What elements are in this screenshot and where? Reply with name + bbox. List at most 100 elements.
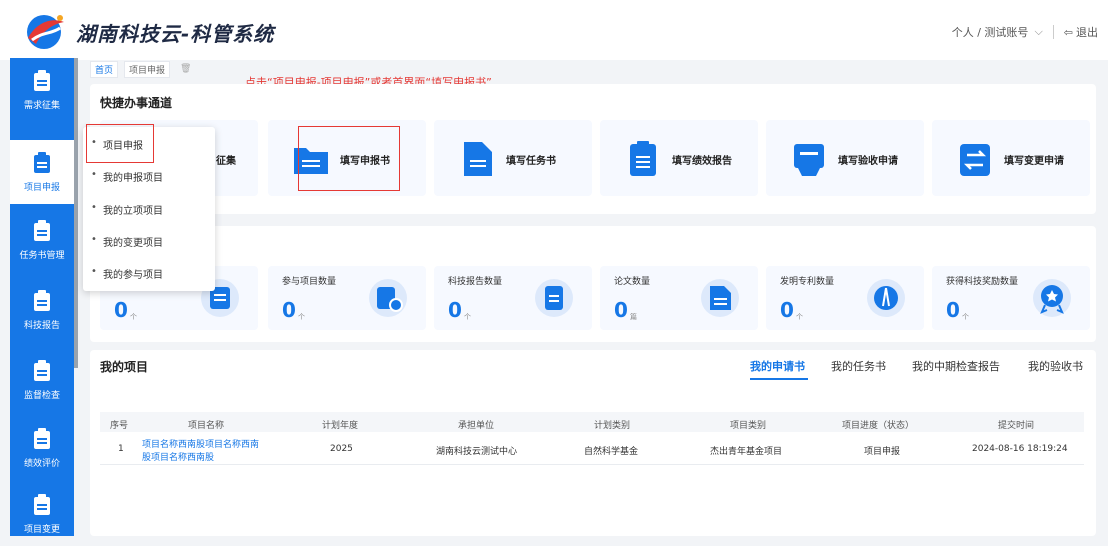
stat-label: 科技报告数量 bbox=[448, 277, 503, 287]
stat-card-papers: 论文数量 0 篇 bbox=[600, 266, 758, 330]
clipboard-icon bbox=[630, 141, 656, 176]
clipboard-icon bbox=[34, 219, 50, 241]
logout-button[interactable]: 退出 bbox=[1076, 24, 1098, 40]
undertaking-unit: 湖南科技云测试中心 bbox=[436, 447, 518, 457]
submit-time: 2024-08-16 18:19:24 bbox=[972, 444, 1068, 454]
highlight-box-dropdown bbox=[86, 124, 154, 163]
project-status: 项目申报 bbox=[864, 447, 901, 457]
stat-unit: 个 bbox=[130, 313, 137, 321]
column-header: 计划类别 bbox=[594, 421, 631, 431]
sidebar-item-task-book[interactable]: 任务书管理 bbox=[10, 208, 74, 272]
highlight-box-fill-application bbox=[298, 126, 400, 191]
clipboard-icon bbox=[34, 359, 50, 381]
sidebar-item-supervision[interactable]: 监督检查 bbox=[10, 348, 74, 412]
quick-card-label: 填写变更申请 bbox=[1004, 156, 1064, 167]
stat-label: 发明专利数量 bbox=[780, 277, 835, 287]
tab-my-acceptance[interactable]: 我的验收书 bbox=[1028, 358, 1083, 374]
quick-card-fill-task[interactable]: 填写任务书 bbox=[434, 120, 592, 196]
column-header: 计划年度 bbox=[322, 421, 359, 431]
stat-card-tech-report: 科技报告数量 0 个 bbox=[434, 266, 592, 330]
column-header: 项目名称 bbox=[188, 421, 225, 431]
plan-year: 2025 bbox=[330, 444, 353, 454]
stat-label: 参与项目数量 bbox=[282, 277, 337, 287]
project-name-link-cont[interactable]: 股项目名称西南股 bbox=[142, 450, 214, 463]
logo-icon bbox=[27, 15, 64, 49]
sidebar-item-performance[interactable]: 绩效评价 bbox=[10, 416, 74, 480]
clipboard-icon bbox=[34, 427, 50, 449]
sidebar-item-label: 任务书管理 bbox=[19, 250, 65, 261]
acceptance-icon bbox=[794, 144, 824, 176]
stat-value: 0 bbox=[114, 298, 128, 322]
sidebar-item-label: 绩效评价 bbox=[23, 458, 60, 469]
logout-icon[interactable]: ⇦ bbox=[1064, 26, 1073, 39]
stat-card-awards: 获得科技奖励数量 0 个 bbox=[932, 266, 1090, 330]
stat-value: 0 bbox=[614, 298, 628, 322]
stat-label: 论文数量 bbox=[614, 277, 651, 287]
my-projects-title: 我的项目 bbox=[100, 360, 149, 374]
project-name-link[interactable]: 项目名称西南股项目名称西南 bbox=[142, 437, 259, 450]
table-header bbox=[100, 412, 1084, 432]
stat-card-patents: 发明专利数量 0 个 bbox=[766, 266, 924, 330]
quick-card-fill-change[interactable]: 填写变更申请 bbox=[932, 120, 1090, 196]
people-doc-icon bbox=[369, 279, 407, 317]
stat-value: 0 bbox=[448, 298, 462, 322]
top-bar: 湖南科技云-科管系统 个人 / 测试账号 ⌵ ⇦ 退出 bbox=[0, 0, 1108, 60]
tab-project-apply[interactable]: 项目申报 bbox=[124, 60, 171, 78]
column-header: 提交时间 bbox=[998, 421, 1035, 431]
quick-card-fill-acceptance[interactable]: 填写验收申请 bbox=[766, 120, 924, 196]
column-header: 序号 bbox=[110, 421, 129, 431]
trash-icon[interactable]: 🗑 bbox=[180, 64, 191, 74]
tab-my-applications[interactable]: 我的申请书 bbox=[750, 358, 805, 374]
clipboard-icon bbox=[34, 151, 50, 173]
dropdown-item-my-changes[interactable]: 我的变更项目 bbox=[91, 234, 163, 249]
clipboard-icon bbox=[34, 289, 50, 311]
dropdown-item-my-applications[interactable]: 我的申报项目 bbox=[91, 169, 163, 184]
stat-label: 获得科技奖励数量 bbox=[946, 277, 1019, 287]
row-index: 1 bbox=[118, 444, 124, 454]
project-category: 杰出青年基金项目 bbox=[710, 447, 783, 457]
app-title: 湖南科技云-科管系统 bbox=[76, 22, 275, 46]
stat-value: 0 bbox=[282, 298, 296, 322]
stat-unit: 个 bbox=[962, 313, 969, 321]
user-menu[interactable]: 个人 / 测试账号 bbox=[952, 24, 1029, 40]
stat-unit: 个 bbox=[298, 313, 305, 321]
sidebar: 需求征集 项目申报 任务书管理 科技报告 监督检查 绩效评价 项目变更 bbox=[10, 58, 74, 536]
sidebar-item-label: 需求征集 bbox=[23, 100, 60, 111]
active-tab-indicator bbox=[750, 378, 808, 380]
dropdown-item-my-participation[interactable]: 我的参与项目 bbox=[91, 266, 163, 281]
quick-card-label: 填写任务书 bbox=[506, 156, 556, 167]
quick-card-label: 征集 bbox=[216, 156, 236, 167]
tab-my-midterm-reports[interactable]: 我的中期检查报告 bbox=[912, 358, 1000, 374]
sidebar-item-label: 监督检查 bbox=[23, 390, 60, 401]
sidebar-scrollbar[interactable] bbox=[74, 58, 78, 368]
column-header: 项目类别 bbox=[730, 421, 767, 431]
dropdown-item-my-approved[interactable]: 我的立项项目 bbox=[91, 202, 163, 217]
page-tabs: 首页 项目申报 🗑 bbox=[90, 60, 191, 78]
sidebar-item-project-apply[interactable]: 项目申报 bbox=[10, 140, 74, 204]
clipboard-icon bbox=[34, 493, 50, 515]
quick-card-label: 填写验收申请 bbox=[838, 156, 898, 167]
sidebar-item-demand[interactable]: 需求征集 bbox=[10, 58, 74, 122]
stat-value: 0 bbox=[780, 298, 794, 322]
chevron-down-icon[interactable]: ⌵ bbox=[1034, 25, 1042, 39]
sidebar-item-project-change[interactable]: 项目变更 bbox=[10, 482, 74, 546]
stat-value: 0 bbox=[946, 298, 960, 322]
stat-unit: 个 bbox=[464, 313, 471, 321]
stat-unit: 个 bbox=[796, 313, 803, 321]
quick-card-label: 填写绩效报告 bbox=[672, 156, 732, 167]
tab-my-task-books[interactable]: 我的任务书 bbox=[831, 358, 886, 374]
tab-home[interactable]: 首页 bbox=[90, 60, 119, 78]
row-divider bbox=[100, 464, 1084, 465]
stat-card-participated: 参与项目数量 0 个 bbox=[268, 266, 426, 330]
paper-icon bbox=[701, 279, 739, 317]
user-area: 个人 / 测试账号 ⌵ ⇦ 退出 bbox=[952, 24, 1098, 40]
sidebar-item-tech-report[interactable]: 科技报告 bbox=[10, 278, 74, 342]
sidebar-item-label: 科技报告 bbox=[23, 320, 60, 331]
compass-icon bbox=[867, 279, 905, 317]
quick-card-fill-performance[interactable]: 填写绩效报告 bbox=[600, 120, 758, 196]
plan-category: 自然科学基金 bbox=[584, 447, 639, 457]
swap-icon bbox=[960, 144, 990, 176]
quick-channel-title: 快捷办事通道 bbox=[100, 96, 173, 110]
sidebar-item-label: 项目申报 bbox=[23, 182, 60, 193]
document-icon bbox=[464, 142, 492, 176]
